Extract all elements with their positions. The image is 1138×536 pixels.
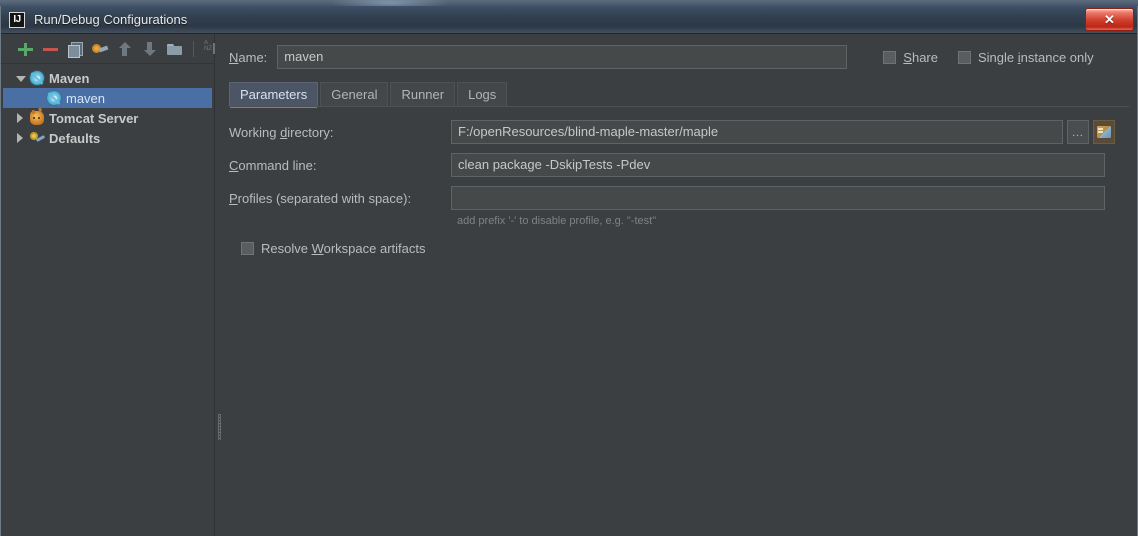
splitter-grip-icon[interactable] [218,414,221,440]
tree-node-maven-config[interactable]: maven [3,88,212,108]
profiles-input[interactable] [451,186,1105,210]
working-directory-row: Working directory: … [229,118,1137,146]
tree-node-label: maven [66,90,106,106]
toolbar-separator [193,40,194,57]
copy-configuration-button[interactable] [67,41,83,58]
dialog-window: IJ Run/Debug Configurations ✕ A NZ Maven… [0,6,1138,536]
ellipsis-icon: … [1071,125,1085,139]
parameters-form: Working directory: … Command line: [223,107,1137,256]
defaults-icon [30,131,44,145]
chevron-right-icon[interactable] [15,112,26,124]
remove-configuration-button[interactable] [42,41,58,57]
configuration-tabs: Parameters General Runner Logs [223,81,1137,108]
tree-node-maven-group[interactable]: Maven [1,68,214,88]
tab-label: Parameters [240,87,308,102]
share-label: Share [903,49,938,65]
command-line-input[interactable] [451,153,1105,177]
move-down-button[interactable] [142,41,158,57]
tree-node-label: Defaults [49,130,101,146]
configurations-panel: Maven maven Tomcat Server Defa [1,34,215,536]
configuration-editor-panel: Name: Share Single instance only [223,34,1137,536]
tab-logs[interactable]: Logs [457,82,508,107]
resolve-workspace-artifacts-row: Resolve Workspace artifacts [229,241,1137,256]
maven-icon [47,91,61,105]
working-directory-label: Working directory: [229,124,334,140]
command-line-label: Command line: [229,157,317,173]
tabs-divider [229,106,1129,107]
tree-node-label: Maven [49,70,90,86]
profiles-hint: add prefix '-' to disable profile, e.g. … [457,215,657,227]
configuration-options: Share Single instance only [883,50,1094,65]
name-input[interactable] [277,45,848,69]
command-line-row: Command line: [229,151,1137,179]
tab-parameters[interactable]: Parameters [229,82,319,108]
working-directory-input[interactable] [451,120,1063,144]
working-directory-module-button[interactable] [1093,120,1115,144]
single-instance-only-checkbox[interactable]: Single instance only [958,50,1094,65]
tab-label: Runner [401,87,445,102]
profiles-label: Profiles (separated with space): [229,190,412,206]
configurations-toolbar [1,34,215,64]
checkbox-box[interactable] [958,50,971,64]
run-debug-configurations-dialog: IJ Run/Debug Configurations ✕ A NZ Maven… [0,0,1138,536]
tree-node-label: Tomcat Server [49,110,139,126]
configurations-tree: Maven maven Tomcat Server Defaults [1,64,214,148]
tab-label: General [331,87,378,102]
resolve-workspace-artifacts-checkbox[interactable]: Resolve Workspace artifacts [241,241,426,256]
close-icon: ✕ [1104,12,1115,27]
tree-node-defaults[interactable]: Defaults [1,128,214,148]
dialog-body: Maven maven Tomcat Server Defa [1,34,1137,536]
panel-splitter[interactable] [216,34,223,536]
create-folder-button[interactable] [167,41,183,57]
window-title: Run/Debug Configurations [34,12,188,27]
share-checkbox[interactable]: Share [883,50,938,65]
name-row: Name: Share Single instance only [223,42,1137,72]
module-folder-icon [1097,126,1111,138]
maven-icon [30,71,44,85]
checkbox-box[interactable] [883,50,897,64]
close-window-button[interactable]: ✕ [1085,8,1134,31]
chevron-right-icon[interactable] [15,132,26,144]
checkbox-box[interactable] [241,242,254,255]
resolve-workspace-artifacts-label: Resolve Workspace artifacts [261,241,426,256]
tree-node-tomcat-server[interactable]: Tomcat Server [1,108,214,128]
tomcat-icon [30,111,44,125]
intellij-logo-icon: IJ [9,11,25,28]
working-directory-browse-button[interactable]: … [1067,120,1089,144]
tab-runner[interactable]: Runner [390,82,456,107]
tab-label: Logs [468,87,497,102]
move-up-button[interactable] [117,41,133,57]
edit-templates-button[interactable] [92,41,108,57]
add-configuration-button[interactable] [17,41,33,57]
chevron-down-icon[interactable] [15,73,26,84]
single-instance-only-label: Single instance only [978,49,1094,65]
name-label: Name: [229,49,268,65]
tab-general[interactable]: General [320,82,389,107]
title-bar: IJ Run/Debug Configurations ✕ [1,6,1137,34]
profiles-row: Profiles (separated with space): [229,184,1137,212]
